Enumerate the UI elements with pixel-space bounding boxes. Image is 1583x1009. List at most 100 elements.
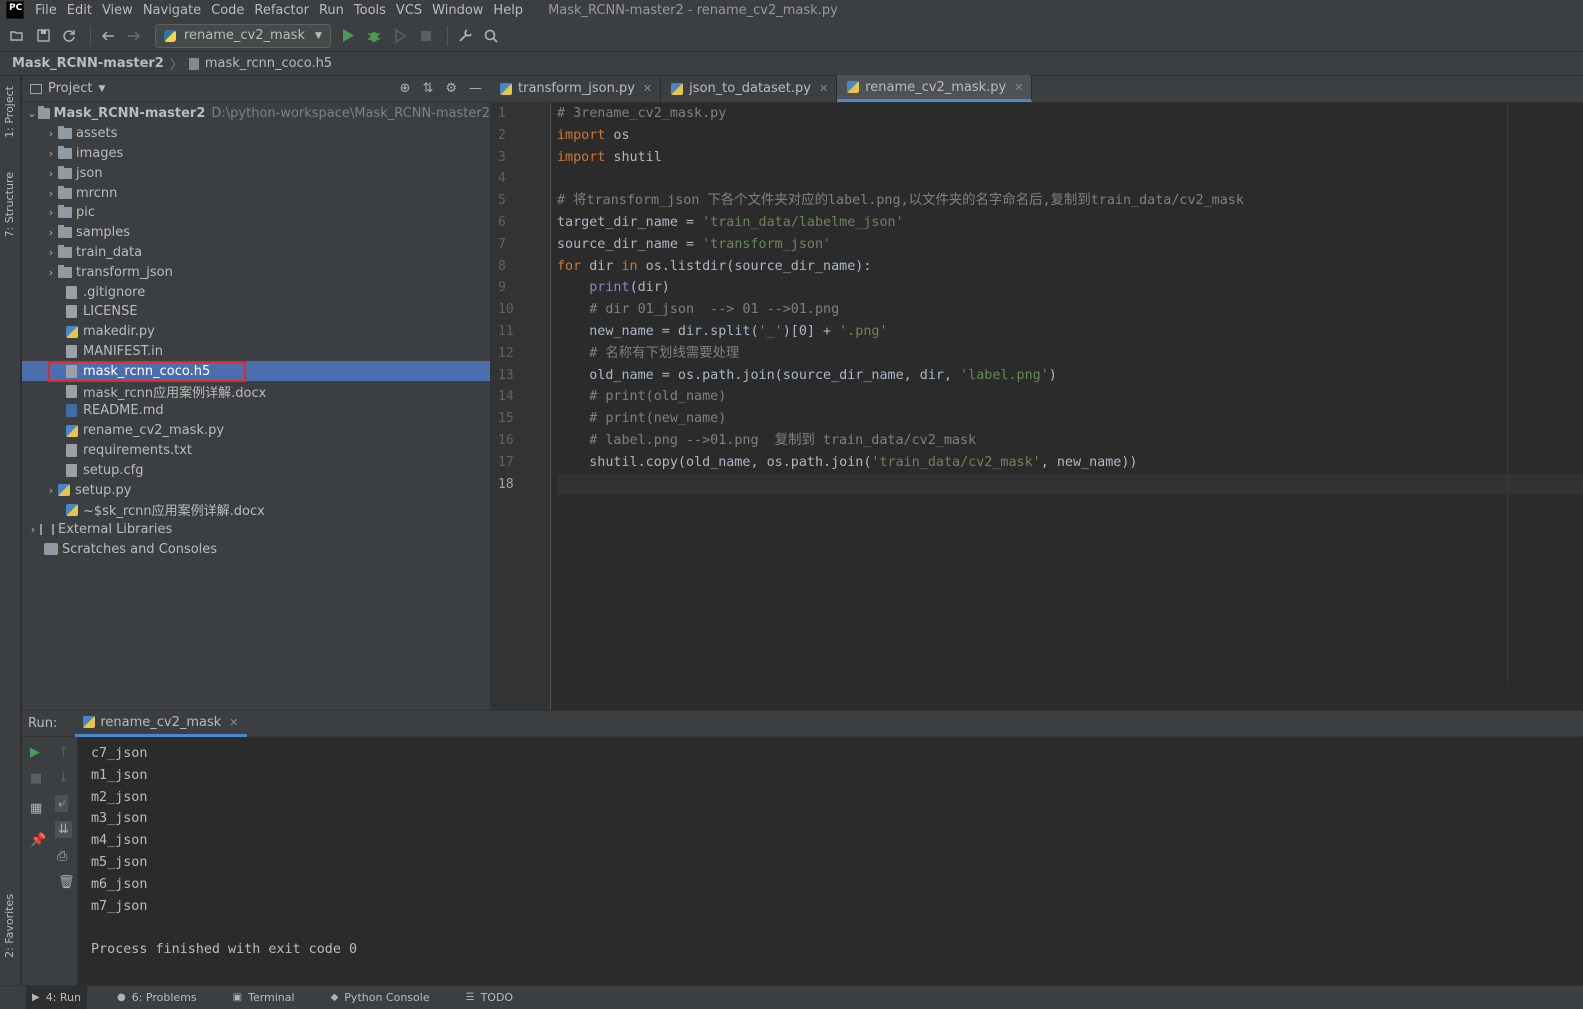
- tool-tab-python-console[interactable]: ◆ Python Console: [325, 986, 436, 1009]
- sync-icon[interactable]: [58, 25, 80, 47]
- search-icon[interactable]: [480, 25, 502, 47]
- tool-tab-todo[interactable]: ☰ TODO: [460, 986, 519, 1009]
- close-icon[interactable]: ✕: [819, 82, 828, 95]
- tree-item-pic[interactable]: › pic: [22, 203, 490, 223]
- file-icon: [66, 443, 77, 457]
- menu-view[interactable]: View: [97, 3, 138, 18]
- coverage-icon[interactable]: [389, 25, 411, 47]
- tree-item-manifest[interactable]: MANIFEST.in: [22, 342, 490, 362]
- chevron-right-icon[interactable]: ›: [44, 206, 58, 219]
- tree-scratches[interactable]: Scratches and Consoles: [22, 540, 490, 560]
- run-tab[interactable]: rename_cv2_mask ✕: [75, 711, 247, 737]
- breadcrumb-project[interactable]: Mask_RCNN-master2: [12, 56, 164, 71]
- print-icon[interactable]: ⎙: [57, 849, 67, 864]
- tool-tab-problems[interactable]: ● 6: Problems: [111, 986, 203, 1009]
- soft-wrap-icon[interactable]: ⤶: [55, 795, 69, 812]
- tree-root[interactable]: ⌄ Mask_RCNN-master2 D:\python-workspace\…: [22, 104, 490, 124]
- menu-navigate[interactable]: Navigate: [138, 3, 206, 18]
- side-tab-project[interactable]: 1: Project: [3, 86, 16, 138]
- menu-tools[interactable]: Tools: [349, 3, 391, 18]
- chevron-down-icon[interactable]: ⌄: [26, 107, 38, 120]
- menu-run[interactable]: Run: [314, 3, 349, 18]
- menu-code[interactable]: Code: [206, 3, 249, 18]
- settings-wrench-icon[interactable]: [454, 25, 476, 47]
- tree-item-mrcnn[interactable]: › mrcnn: [22, 183, 490, 203]
- tree-external-libraries[interactable]: › External Libraries: [22, 520, 490, 540]
- tree-item-train-data[interactable]: › train_data: [22, 243, 490, 263]
- file-icon: [66, 384, 77, 398]
- menu-window[interactable]: Window: [427, 3, 488, 18]
- tree-item-gitignore[interactable]: .gitignore: [22, 282, 490, 302]
- chevron-right-icon[interactable]: ›: [44, 226, 58, 239]
- stop-icon[interactable]: ■: [30, 771, 42, 786]
- tree-item-readme[interactable]: README.md: [22, 401, 490, 421]
- menu-edit[interactable]: Edit: [62, 3, 97, 18]
- tree-item-license[interactable]: LICENSE: [22, 302, 490, 322]
- tree-item-label: README.md: [83, 403, 164, 419]
- tab-transform-json[interactable]: transform_json.py ✕: [490, 75, 662, 102]
- tree-item-temp-docx[interactable]: ~$sk_rcnn应用案例详解.docx: [22, 500, 490, 520]
- tree-item-docx[interactable]: mask_rcnn应用案例详解.docx: [22, 381, 490, 401]
- tab-rename-cv2-mask[interactable]: rename_cv2_mask.py ✕: [837, 75, 1033, 102]
- pin-icon[interactable]: 📌: [30, 833, 46, 848]
- debug-icon[interactable]: [363, 25, 385, 47]
- tree-item-samples[interactable]: › samples: [22, 223, 490, 243]
- layout-icon[interactable]: ▦: [30, 801, 42, 816]
- menu-vcs[interactable]: VCS: [391, 3, 427, 18]
- close-icon[interactable]: ✕: [229, 716, 238, 729]
- close-icon[interactable]: ✕: [1014, 81, 1023, 94]
- chevron-right-icon[interactable]: ›: [44, 246, 58, 259]
- folder-icon: [58, 165, 72, 179]
- tree-item-makedir[interactable]: makedir.py: [22, 322, 490, 342]
- trash-icon[interactable]: 🗑: [58, 875, 75, 890]
- hide-icon[interactable]: —: [469, 81, 482, 96]
- chevron-right-icon[interactable]: ›: [44, 147, 58, 160]
- gear-icon[interactable]: ⚙: [445, 81, 457, 96]
- chevron-right-icon[interactable]: ›: [44, 266, 58, 279]
- back-icon[interactable]: [97, 25, 119, 47]
- menu-refactor[interactable]: Refactor: [249, 3, 314, 18]
- project-panel-title[interactable]: Project: [48, 81, 92, 96]
- chevron-right-icon[interactable]: ›: [44, 484, 58, 497]
- tree-item-assets[interactable]: › assets: [22, 124, 490, 144]
- close-icon[interactable]: ✕: [643, 82, 652, 95]
- stop-icon[interactable]: [415, 25, 437, 47]
- forward-icon[interactable]: [123, 25, 145, 47]
- scroll-up-icon[interactable]: ↑: [58, 745, 69, 760]
- rerun-icon[interactable]: ▶: [30, 745, 40, 760]
- code-area[interactable]: # 3rename_cv2_mask.py import os import shu…: [557, 103, 1583, 710]
- tree-item-transform-json[interactable]: › transform_json: [22, 262, 490, 282]
- side-tab-structure[interactable]: 7: Structure: [3, 172, 16, 237]
- tool-tab-run[interactable]: ▶ 4: Run: [26, 985, 87, 1009]
- tab-json-to-dataset[interactable]: json_to_dataset.py ✕: [661, 75, 838, 102]
- tree-item-images[interactable]: › images: [22, 144, 490, 164]
- menu-file[interactable]: File: [30, 3, 62, 18]
- tree-item-setup-cfg[interactable]: setup.cfg: [22, 460, 490, 480]
- chevron-right-icon[interactable]: ›: [44, 187, 58, 200]
- chevron-right-icon[interactable]: ›: [44, 167, 58, 180]
- menu-help[interactable]: Help: [488, 3, 528, 18]
- run-configuration-select[interactable]: rename_cv2_mask ▼: [155, 23, 331, 48]
- tree-item-label: train_data: [76, 244, 143, 260]
- tree-item-requirements[interactable]: requirements.txt: [22, 441, 490, 461]
- tree-item-json[interactable]: › json: [22, 163, 490, 183]
- console-output[interactable]: c7_json m1_json m2_json m3_json m4_json …: [91, 737, 1583, 986]
- tree-item-setup-py[interactable]: › setup.py: [22, 480, 490, 500]
- code-line: target_dir_name = 'train_data/labelme_js…: [557, 214, 904, 230]
- save-icon[interactable]: [32, 25, 54, 47]
- breadcrumb-file[interactable]: mask_rcnn_coco.h5: [205, 56, 332, 71]
- tree-item-rename-cv2-mask[interactable]: rename_cv2_mask.py: [22, 421, 490, 441]
- collapse-all-icon[interactable]: ⇅: [422, 81, 433, 96]
- chevron-right-icon[interactable]: ›: [44, 127, 58, 140]
- side-tab-favorites[interactable]: 2: Favorites: [3, 894, 16, 958]
- tree-item-label: samples: [76, 225, 131, 241]
- scroll-down-icon[interactable]: ↓: [58, 771, 69, 786]
- tree-item-mask-rcnn-coco[interactable]: mask_rcnn_coco.h5: [22, 361, 490, 383]
- locate-icon[interactable]: ⊕: [400, 81, 411, 96]
- open-folder-icon[interactable]: [6, 25, 28, 47]
- tool-tab-terminal[interactable]: ▣ Terminal: [227, 986, 301, 1009]
- run-icon[interactable]: [337, 25, 359, 47]
- chevron-right-icon[interactable]: ›: [26, 523, 40, 536]
- chevron-down-icon[interactable]: ▼: [98, 84, 105, 94]
- scroll-to-end-icon[interactable]: ⇊: [55, 821, 72, 838]
